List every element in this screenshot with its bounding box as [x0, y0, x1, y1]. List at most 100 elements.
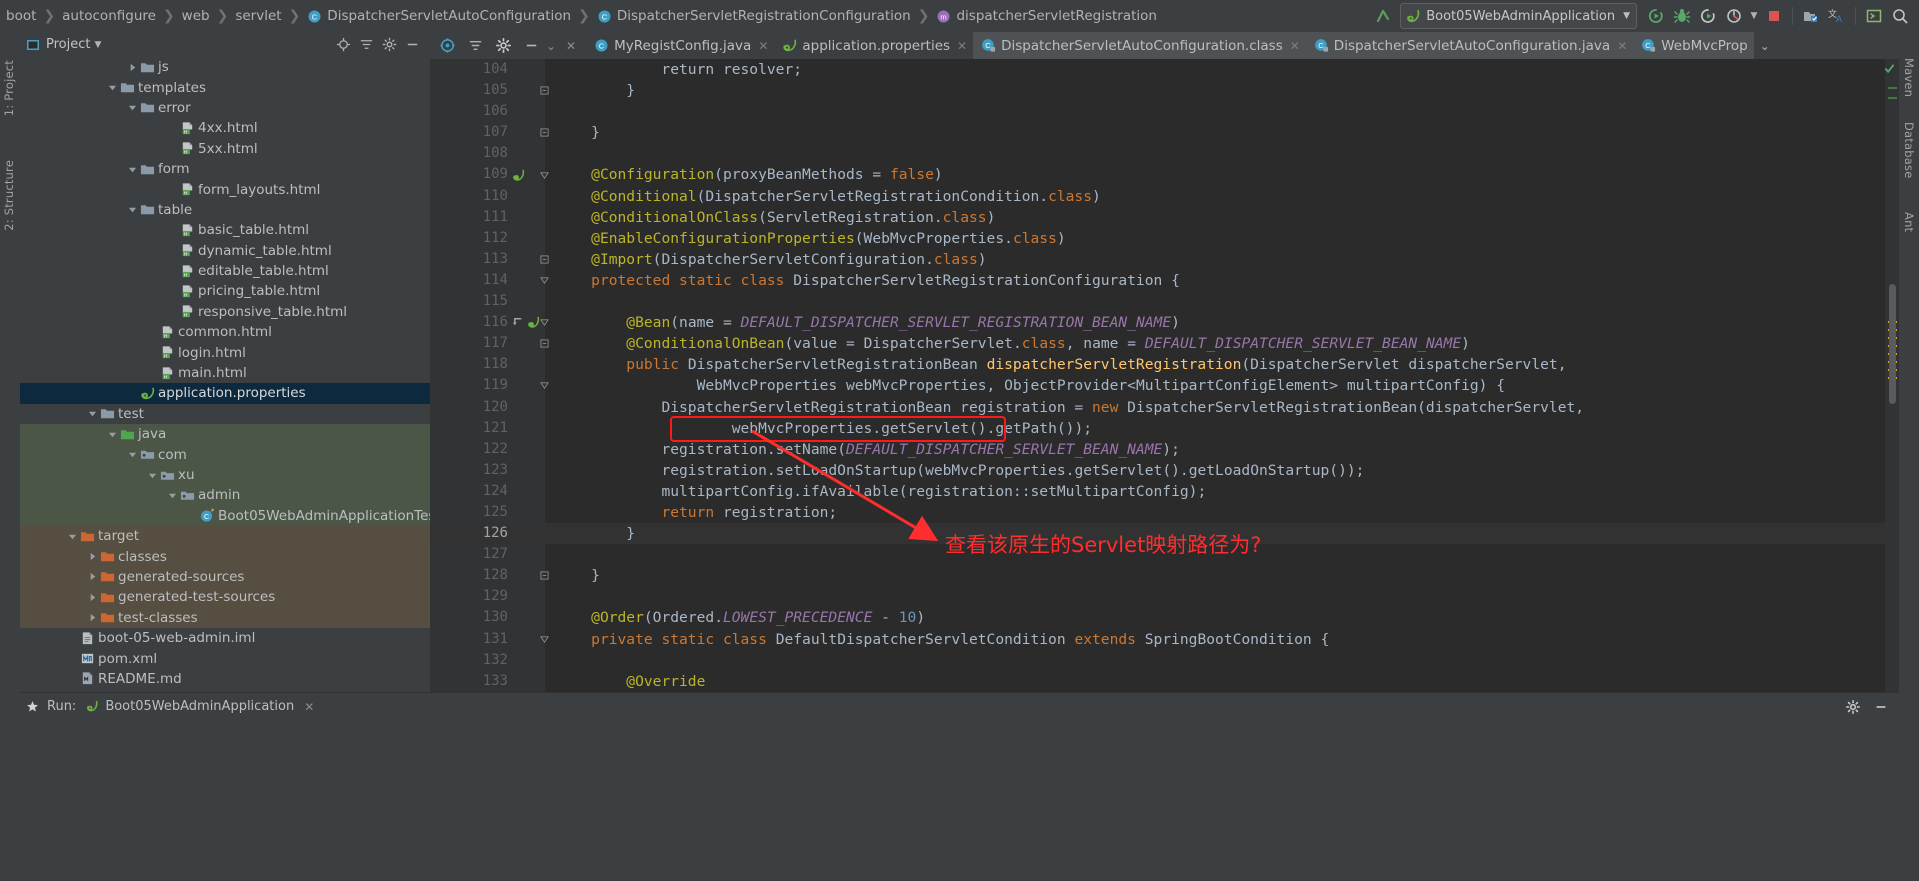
tree-node-admin[interactable]: admin	[20, 485, 430, 506]
tree-twisty-icon[interactable]	[126, 205, 139, 214]
fold-handle[interactable]	[540, 571, 554, 580]
tree-node-responsive-table-html[interactable]: Hresponsive_table.html	[20, 302, 430, 322]
code-line[interactable]: 109 @Configuration(proxyBeanMethods = fa…	[430, 164, 1899, 185]
code-line[interactable]: 120 DispatcherServletRegistrationBean re…	[430, 397, 1899, 418]
gear-icon[interactable]	[490, 33, 516, 59]
terminal-icon[interactable]	[1861, 3, 1887, 29]
stripe-tab-structure[interactable]: 2: Structure	[2, 160, 16, 231]
tree-node-target[interactable]: target	[20, 525, 430, 547]
tree-twisty-icon[interactable]	[106, 83, 119, 92]
gear-icon[interactable]	[1845, 699, 1861, 715]
profiler-icon[interactable]	[1721, 3, 1747, 29]
chevron-down-icon[interactable]: ▼	[1623, 11, 1630, 21]
fold-handle[interactable]	[540, 635, 554, 644]
tree-twisty-icon[interactable]	[86, 613, 99, 622]
hide-icon[interactable]	[518, 33, 544, 59]
editor-tab[interactable]: C DispatcherServletAutoConfiguration.java…	[1305, 32, 1634, 61]
code-content[interactable]: 104 return resolver; 105 } 106 107 } 108 109 …	[430, 59, 1899, 692]
tree-twisty-icon[interactable]	[126, 450, 139, 459]
breadcrumb-item[interactable]: ❯ C DispatcherServletAutoConfiguration	[282, 8, 572, 24]
breadcrumb-item[interactable]: boot	[6, 8, 36, 24]
code-line[interactable]: 118 public DispatcherServletRegistration…	[430, 354, 1899, 375]
locate-icon[interactable]	[336, 37, 351, 52]
tree-node-basic-table-html[interactable]: Hbasic_table.html	[20, 220, 430, 240]
expand-collapse-icon[interactable]	[462, 33, 488, 59]
close-icon[interactable]: ✕	[957, 39, 967, 53]
tree-node-test-classes[interactable]: test-classes	[20, 607, 430, 628]
breadcrumb-item[interactable]: ❯ servlet	[210, 8, 282, 24]
code-line[interactable]: 131 private static class DefaultDispatch…	[430, 629, 1899, 650]
tree-twisty-icon[interactable]	[166, 491, 179, 500]
code-line[interactable]: 122 registration.setName(DEFAULT_DISPATC…	[430, 439, 1899, 460]
fold-handle[interactable]	[540, 276, 554, 285]
gear-icon[interactable]	[382, 37, 397, 52]
tree-twisty-icon[interactable]	[86, 552, 99, 561]
tree-twisty-icon[interactable]	[86, 572, 99, 581]
tree-twisty-icon[interactable]	[126, 103, 139, 112]
translate-icon[interactable]: 文A	[1824, 3, 1850, 29]
tree-node-pricing-table-html[interactable]: Hpricing_table.html	[20, 281, 430, 301]
run-with-coverage-icon[interactable]	[1695, 3, 1721, 29]
tree-node-templates[interactable]: templates	[20, 77, 430, 97]
tree-node-editable-table-html[interactable]: Heditable_table.html	[20, 261, 430, 281]
code-line[interactable]: 114 protected static class DispatcherSer…	[430, 270, 1899, 291]
code-line[interactable]: 105 }	[430, 80, 1899, 101]
breadcrumb-item[interactable]: ❯ web	[156, 8, 210, 24]
editor-markers-gutter[interactable]	[1885, 59, 1899, 692]
code-line[interactable]: 113 @Import(DispatcherServletConfigurati…	[430, 249, 1899, 270]
editor-tab[interactable]: C WebMvcProp	[1633, 32, 1754, 59]
gutter-bean-icon[interactable]	[512, 169, 525, 182]
breadcrumb-item[interactable]: ❯ autoconfigure	[36, 8, 156, 24]
tree-node-error[interactable]: error	[20, 98, 430, 118]
tree-node-boot05webadminapplicationtests[interactable]: C Boot05WebAdminApplicationTests	[20, 505, 430, 526]
code-line[interactable]: 108	[430, 143, 1899, 164]
tree-node-boot-05-web-admin-iml[interactable]: boot-05-web-admin.iml	[20, 628, 430, 648]
tree-node-login-html[interactable]: Hlogin.html	[20, 342, 430, 362]
code-line[interactable]: 107 }	[430, 122, 1899, 143]
fold-handle[interactable]	[540, 255, 554, 264]
code-editor[interactable]: 104 return resolver; 105 } 106 107 } 108 109 …	[430, 59, 1899, 692]
close-icon[interactable]: ✕	[758, 39, 768, 53]
close-icon[interactable]: ✕	[304, 700, 314, 714]
code-line[interactable]: 110 @Conditional(DispatcherServletRegist…	[430, 186, 1899, 207]
fold-handle[interactable]	[540, 86, 554, 95]
tree-node-table[interactable]: table	[20, 200, 430, 220]
stripe-tab-ant[interactable]: Ant	[1902, 212, 1916, 232]
tree-twisty-icon[interactable]	[66, 532, 79, 541]
code-line[interactable]: 130 @Order(Ordered.LOWEST_PRECEDENCE - 1…	[430, 607, 1899, 628]
code-line[interactable]: 128 }	[430, 565, 1899, 586]
code-line[interactable]: 106	[430, 101, 1899, 122]
tree-node-application-properties[interactable]: application.properties	[20, 383, 430, 404]
tree-node-generated-sources[interactable]: generated-sources	[20, 566, 430, 588]
code-line[interactable]: 123 registration.setLoadOnStartup(webMvc…	[430, 460, 1899, 481]
editor-tab[interactable]: application.properties ✕	[774, 32, 973, 59]
tree-node-generated-test-sources[interactable]: generated-test-sources	[20, 587, 430, 608]
close-icon[interactable]: ✕	[558, 33, 584, 59]
tree-node-common-html[interactable]: Hcommon.html	[20, 322, 430, 342]
code-line[interactable]: 117 @ConditionalOnBean(value = Dispatche…	[430, 333, 1899, 354]
project-tree[interactable]: js templates error H 4xx.html H 5xx.html form Hf…	[20, 57, 430, 692]
fold-handle[interactable]	[540, 318, 554, 327]
stop-icon[interactable]	[1761, 3, 1787, 29]
code-line[interactable]: 121 webMvcProperties.getServlet().getPat…	[430, 418, 1899, 439]
tree-twisty-icon[interactable]	[126, 165, 139, 174]
tree-node-4xx-html[interactable]: H 4xx.html	[20, 118, 430, 138]
code-line[interactable]: 115	[430, 291, 1899, 312]
inspection-ok-icon[interactable]	[1884, 63, 1895, 74]
minimize-icon[interactable]	[1873, 699, 1889, 715]
search-everywhere-icon[interactable]	[1887, 3, 1913, 29]
tree-node-pom-xml[interactable]: pom.xml	[20, 648, 430, 668]
breadcrumb-item[interactable]: ❯ m dispatcherServletRegistration	[911, 8, 1157, 24]
tree-node-main-html[interactable]: Hmain.html	[20, 363, 430, 383]
tree-node-5xx-html[interactable]: H 5xx.html	[20, 139, 430, 159]
code-line[interactable]: 119 WebMvcProperties webMvcProperties, O…	[430, 375, 1899, 396]
tree-node-com[interactable]: com	[20, 444, 430, 465]
build-icon[interactable]	[1798, 3, 1824, 29]
chevron-down-icon[interactable]: ▼	[94, 40, 101, 50]
fold-handle[interactable]	[540, 381, 554, 390]
run-icon[interactable]	[1643, 3, 1669, 29]
code-line[interactable]: 104 return resolver;	[430, 59, 1899, 80]
tree-node-js[interactable]: js	[20, 57, 430, 77]
stripe-tab-project[interactable]: 1: Project	[2, 60, 16, 116]
back-arrow-icon[interactable]	[1370, 3, 1396, 29]
